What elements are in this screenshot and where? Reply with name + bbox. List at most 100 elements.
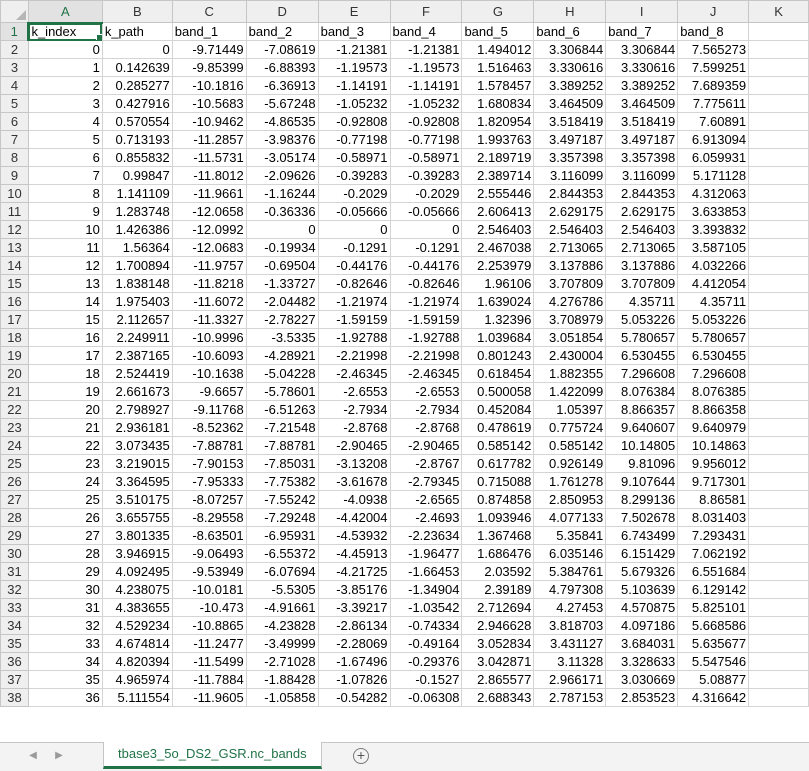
cell-d34[interactable]: -4.23828 xyxy=(245,616,319,635)
cell-c7[interactable]: -11.2857 xyxy=(171,130,247,149)
cell-c35[interactable]: -11.2477 xyxy=(171,634,247,653)
cell-f2[interactable]: -1.21381 xyxy=(389,40,463,59)
cell-a13[interactable]: 11 xyxy=(27,238,103,257)
cell-j4[interactable]: 7.689359 xyxy=(677,76,750,95)
cell-h35[interactable]: 3.431127 xyxy=(533,634,607,653)
cell-j36[interactable]: 5.547546 xyxy=(677,652,750,671)
cell-c8[interactable]: -11.5731 xyxy=(171,148,247,167)
cell-e17[interactable]: -1.59159 xyxy=(317,310,391,329)
cell-a34[interactable]: 32 xyxy=(27,616,103,635)
cell-b36[interactable]: 4.820394 xyxy=(101,652,173,671)
cell-j17[interactable]: 5.053226 xyxy=(677,310,750,329)
column-header-c[interactable]: C xyxy=(171,0,247,23)
cell-k32[interactable] xyxy=(748,580,809,599)
cell-j7[interactable]: 6.913094 xyxy=(677,130,750,149)
cell-a28[interactable]: 26 xyxy=(27,508,103,527)
scroll-tabs-left-icon[interactable]: ◀ xyxy=(26,749,40,763)
cell-h1[interactable]: band_6 xyxy=(533,22,607,41)
cell-h22[interactable]: 1.05397 xyxy=(533,400,607,419)
cell-k7[interactable] xyxy=(748,130,809,149)
row-header[interactable]: 35 xyxy=(0,634,29,653)
cell-i33[interactable]: 4.570875 xyxy=(605,598,679,617)
cell-a25[interactable]: 23 xyxy=(27,454,103,473)
cell-i35[interactable]: 3.684031 xyxy=(605,634,679,653)
cell-i5[interactable]: 3.464509 xyxy=(605,94,679,113)
cell-d38[interactable]: -1.05858 xyxy=(245,688,319,707)
cell-a24[interactable]: 22 xyxy=(27,436,103,455)
cell-i31[interactable]: 5.679326 xyxy=(605,562,679,581)
cell-b38[interactable]: 5.111554 xyxy=(101,688,173,707)
spreadsheet-grid[interactable]: ABCDEFGHIJK 1 k_index k_path band_1 band_2 ba… xyxy=(0,0,809,742)
cell-d35[interactable]: -3.49999 xyxy=(245,634,319,653)
cell-f8[interactable]: -0.58971 xyxy=(389,148,463,167)
cell-d33[interactable]: -4.91661 xyxy=(245,598,319,617)
cell-e15[interactable]: -0.82646 xyxy=(317,274,391,293)
cell-k24[interactable] xyxy=(748,436,809,455)
cell-h19[interactable]: 2.430004 xyxy=(533,346,607,365)
cell-h25[interactable]: 0.926149 xyxy=(533,454,607,473)
cell-j9[interactable]: 5.171128 xyxy=(677,166,750,185)
cell-k15[interactable] xyxy=(748,274,809,293)
row-header[interactable]: 36 xyxy=(0,652,29,671)
cell-g28[interactable]: 1.093946 xyxy=(461,508,535,527)
column-header-i[interactable]: I xyxy=(605,0,679,23)
cell-table[interactable]: ABCDEFGHIJK 1 k_index k_path band_1 band_2 ba… xyxy=(0,0,809,707)
cell-b37[interactable]: 4.965974 xyxy=(101,670,173,689)
cell-d31[interactable]: -6.07694 xyxy=(245,562,319,581)
cell-b4[interactable]: 0.285277 xyxy=(101,76,173,95)
cell-c9[interactable]: -11.8012 xyxy=(171,166,247,185)
cell-k1[interactable] xyxy=(748,22,809,41)
cell-e35[interactable]: -2.28069 xyxy=(317,634,391,653)
cell-a17[interactable]: 15 xyxy=(27,310,103,329)
cell-j28[interactable]: 8.031403 xyxy=(677,508,750,527)
cell-g25[interactable]: 0.617782 xyxy=(461,454,535,473)
add-sheet-icon[interactable]: + xyxy=(353,748,369,764)
row-header[interactable]: 25 xyxy=(0,454,29,473)
cell-g20[interactable]: 0.618454 xyxy=(461,364,535,383)
cell-c30[interactable]: -9.06493 xyxy=(171,544,247,563)
cell-c10[interactable]: -11.9661 xyxy=(171,184,247,203)
cell-h5[interactable]: 3.464509 xyxy=(533,94,607,113)
cell-h11[interactable]: 2.629175 xyxy=(533,202,607,221)
cell-j32[interactable]: 6.129142 xyxy=(677,580,750,599)
cell-e26[interactable]: -3.61678 xyxy=(317,472,391,491)
cell-b22[interactable]: 2.798927 xyxy=(101,400,173,419)
cell-e19[interactable]: -2.21998 xyxy=(317,346,391,365)
cell-b24[interactable]: 3.073435 xyxy=(101,436,173,455)
cell-a8[interactable]: 6 xyxy=(27,148,103,167)
cell-b9[interactable]: 0.99847 xyxy=(101,166,173,185)
row-header[interactable]: 1 xyxy=(0,22,30,41)
row-header[interactable]: 4 xyxy=(0,76,29,95)
cell-e31[interactable]: -4.21725 xyxy=(317,562,391,581)
cell-b35[interactable]: 4.674814 xyxy=(101,634,173,653)
cell-c34[interactable]: -10.8865 xyxy=(171,616,247,635)
cell-b6[interactable]: 0.570554 xyxy=(101,112,173,131)
cell-h21[interactable]: 1.422099 xyxy=(533,382,607,401)
row-header[interactable]: 6 xyxy=(0,112,29,131)
cell-h13[interactable]: 2.713065 xyxy=(533,238,607,257)
column-header-a[interactable]: A xyxy=(27,0,103,24)
cell-h20[interactable]: 1.882355 xyxy=(533,364,607,383)
cell-c16[interactable]: -11.6072 xyxy=(171,292,247,311)
cell-d3[interactable]: -6.88393 xyxy=(245,58,319,77)
cell-i9[interactable]: 3.116099 xyxy=(605,166,679,185)
cell-k10[interactable] xyxy=(748,184,809,203)
cell-a7[interactable]: 5 xyxy=(27,130,103,149)
cell-d29[interactable]: -6.95931 xyxy=(245,526,319,545)
cell-k27[interactable] xyxy=(748,490,809,509)
cell-d10[interactable]: -1.16244 xyxy=(245,184,319,203)
cell-b20[interactable]: 2.524419 xyxy=(101,364,173,383)
cell-b16[interactable]: 1.975403 xyxy=(101,292,173,311)
cell-c22[interactable]: -9.11768 xyxy=(171,400,247,419)
cell-f38[interactable]: -0.06308 xyxy=(389,688,463,707)
cell-i2[interactable]: 3.306844 xyxy=(605,40,679,59)
cell-d2[interactable]: -7.08619 xyxy=(245,40,319,59)
cell-f21[interactable]: -2.6553 xyxy=(389,382,463,401)
cell-f35[interactable]: -0.49164 xyxy=(389,634,463,653)
cell-k34[interactable] xyxy=(748,616,809,635)
cell-j37[interactable]: 5.08877 xyxy=(677,670,750,689)
cell-c32[interactable]: -10.0181 xyxy=(171,580,247,599)
cell-i27[interactable]: 8.299136 xyxy=(605,490,679,509)
cell-d14[interactable]: -0.69504 xyxy=(245,256,319,275)
cell-h16[interactable]: 4.276786 xyxy=(533,292,607,311)
